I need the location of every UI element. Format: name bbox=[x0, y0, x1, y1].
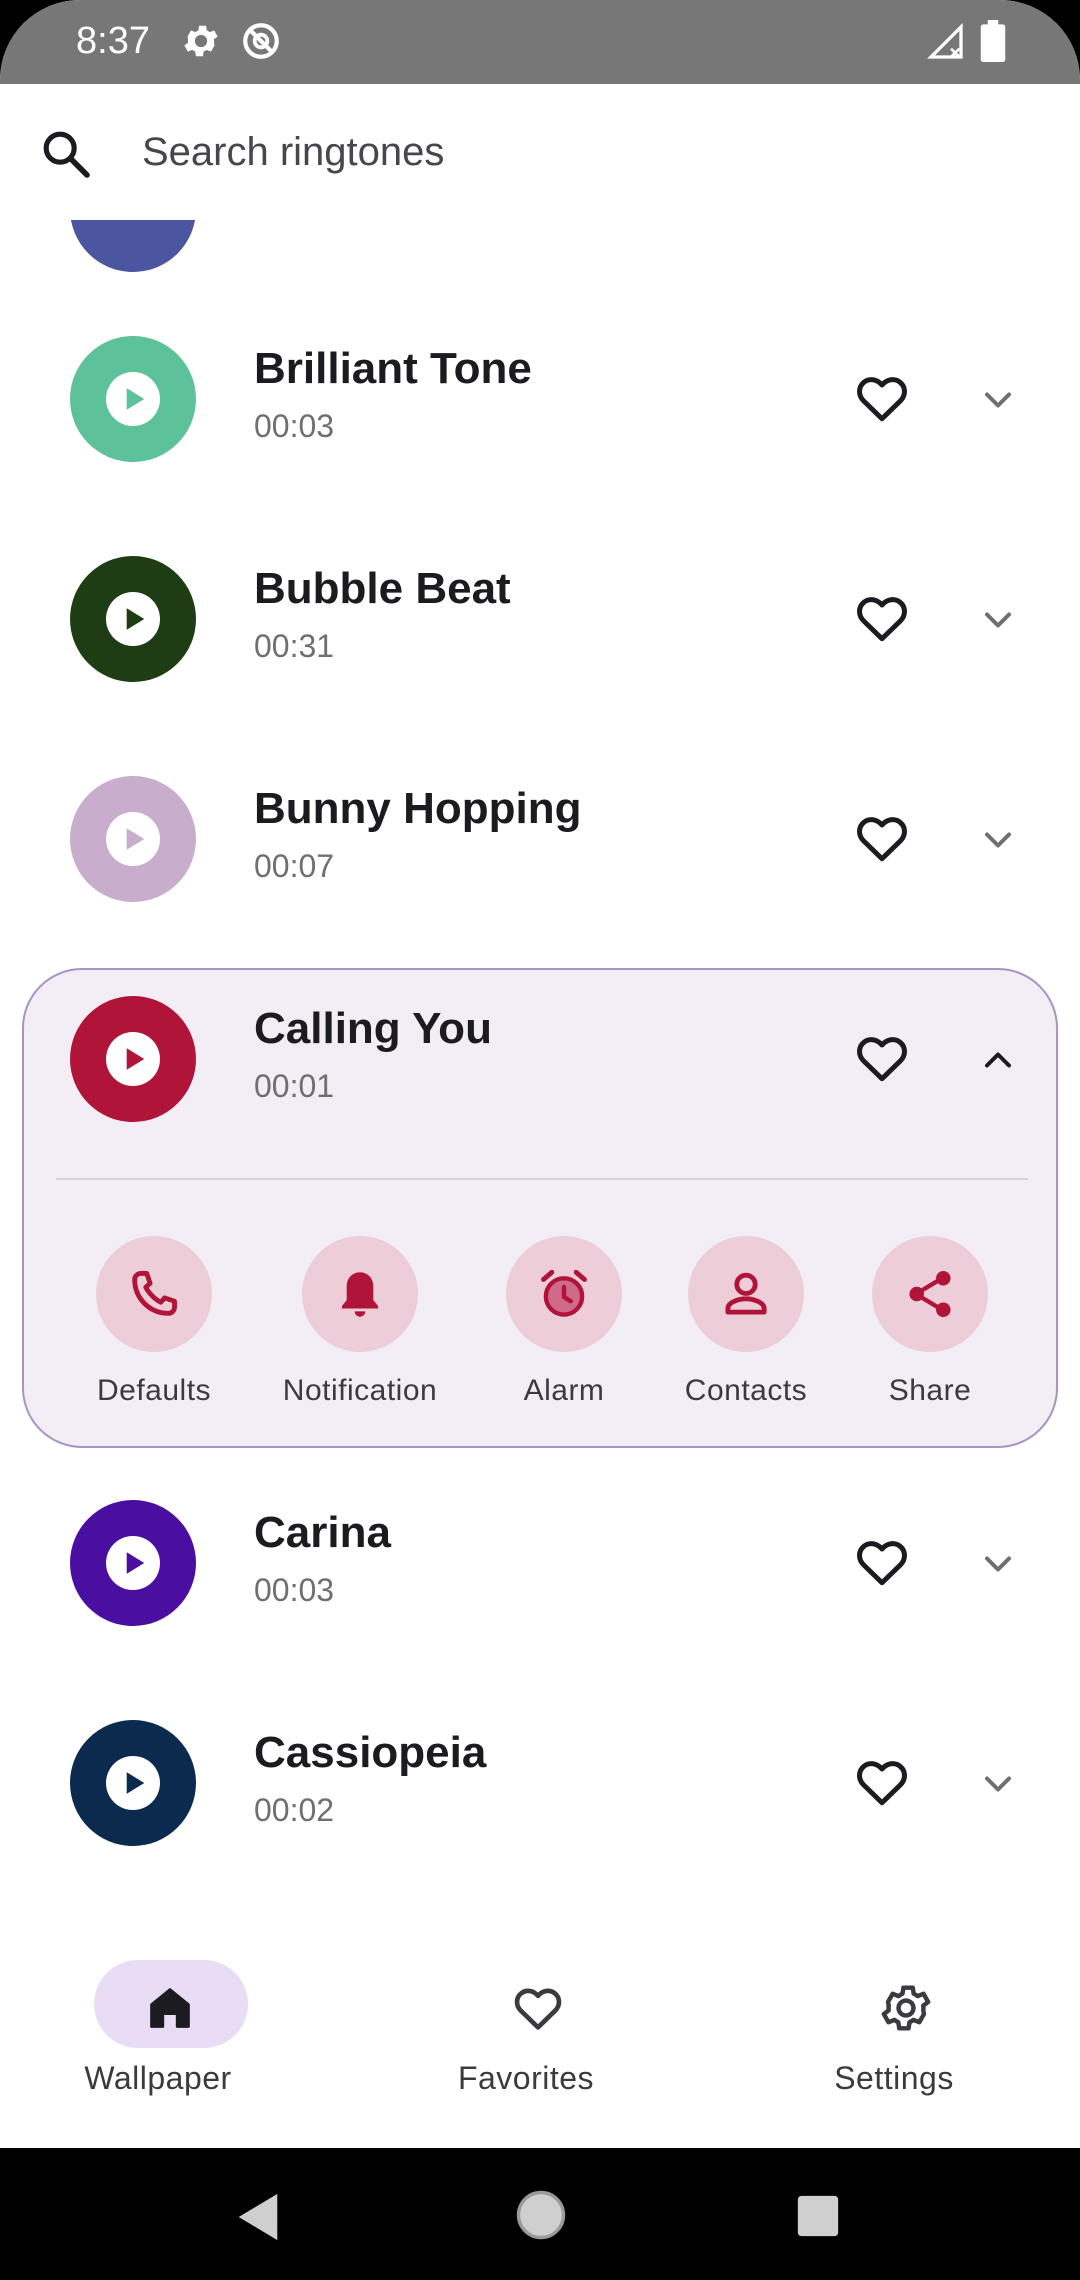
ringtone-row[interactable]: Carina 00:03 bbox=[0, 1500, 1080, 1702]
play-button-inner bbox=[106, 372, 160, 426]
action-share[interactable]: Share bbox=[840, 1236, 1020, 1416]
favorite-heart-icon[interactable] bbox=[850, 1752, 914, 1812]
chevron-down-icon[interactable] bbox=[976, 1542, 1020, 1586]
ringtone-duration: 00:01 bbox=[254, 1068, 335, 1104]
nav-item-favorites[interactable]: Favorites bbox=[376, 1960, 676, 2120]
favorite-heart-icon[interactable] bbox=[850, 588, 914, 648]
ringtone-duration: 00:31 bbox=[254, 628, 335, 664]
play-icon bbox=[126, 1552, 145, 1574]
person-icon bbox=[725, 1272, 767, 1315]
ringtone-title: Calling You bbox=[254, 1004, 492, 1053]
nav-label-favorites: Favorites bbox=[457, 2060, 595, 2096]
ringtone-row[interactable]: Bunny Hopping 00:07 bbox=[0, 776, 1080, 978]
ringtone-title: Cassiopeia bbox=[254, 1728, 487, 1777]
bottom-navigation: Wallpaper Favorites Settings bbox=[0, 1918, 1080, 2148]
play-button[interactable] bbox=[70, 1720, 196, 1846]
battery-icon bbox=[980, 20, 1006, 62]
ringtone-row[interactable]: Bubble Beat 00:31 bbox=[0, 556, 1080, 758]
chevron-up-icon[interactable] bbox=[976, 1038, 1020, 1082]
share-icon bbox=[909, 1271, 951, 1317]
ringtone-duration: 00:07 bbox=[254, 848, 335, 884]
recent-apps-icon[interactable] bbox=[796, 2194, 840, 2238]
action-share-circle[interactable] bbox=[872, 1236, 988, 1352]
action-alarm-circle[interactable] bbox=[506, 1236, 622, 1352]
status-time: 8:37 bbox=[76, 20, 150, 62]
play-icon bbox=[126, 1772, 145, 1794]
action-contacts-circle[interactable] bbox=[688, 1236, 804, 1352]
action-notification[interactable]: Notification bbox=[270, 1236, 450, 1416]
search-icon[interactable] bbox=[38, 126, 94, 182]
heart-outline-icon bbox=[514, 1988, 562, 2030]
ringtone-list[interactable]: Defaults Notification Alarm Contacts Sha… bbox=[0, 220, 1080, 1920]
status-blocked-icon bbox=[243, 23, 279, 59]
ringtone-row[interactable]: Brilliant Tone 00:03 bbox=[0, 336, 1080, 538]
play-button-inner bbox=[106, 812, 160, 866]
status-settings-icon bbox=[184, 25, 218, 57]
bell-icon bbox=[341, 1272, 379, 1317]
nav-item-wallpaper[interactable]: Wallpaper bbox=[8, 1960, 308, 2120]
back-icon[interactable] bbox=[234, 2190, 282, 2244]
play-icon bbox=[126, 388, 145, 410]
play-button[interactable] bbox=[70, 1500, 196, 1626]
chevron-down-icon[interactable] bbox=[976, 598, 1020, 642]
home-button-icon[interactable] bbox=[514, 2188, 568, 2242]
play-button-inner bbox=[106, 1536, 160, 1590]
chevron-down-icon[interactable] bbox=[976, 818, 1020, 862]
nav-label-wallpaper: Wallpaper bbox=[84, 2060, 232, 2096]
ringtone-row[interactable]: Cassiopeia 00:02 bbox=[0, 1720, 1080, 1920]
favorite-heart-icon[interactable] bbox=[850, 368, 914, 428]
action-share-label: Share bbox=[888, 1374, 972, 1407]
play-button[interactable] bbox=[70, 336, 196, 462]
action-defaults-label: Defaults bbox=[96, 1374, 212, 1407]
ringtone-title: Brilliant Tone bbox=[254, 344, 532, 393]
action-defaults-circle[interactable] bbox=[96, 1236, 212, 1352]
play-button-inner bbox=[106, 592, 160, 646]
ringtone-duration: 00:03 bbox=[254, 1572, 335, 1608]
play-button[interactable] bbox=[70, 776, 196, 902]
action-notification-circle[interactable] bbox=[302, 1236, 418, 1352]
search-bar bbox=[0, 84, 1080, 220]
action-defaults[interactable]: Defaults bbox=[64, 1236, 244, 1416]
play-button-inner bbox=[106, 1032, 160, 1086]
ringtone-title: Bunny Hopping bbox=[254, 784, 582, 833]
action-contacts[interactable]: Contacts bbox=[656, 1236, 836, 1416]
favorite-heart-icon[interactable] bbox=[850, 1532, 914, 1592]
play-button[interactable] bbox=[70, 556, 196, 682]
signal-icon bbox=[926, 22, 963, 59]
nav-item-settings[interactable]: Settings bbox=[744, 1960, 1044, 2120]
ringtone-title: Bubble Beat bbox=[254, 564, 511, 613]
peek-item-circle bbox=[70, 220, 196, 272]
status-bar: 8:37 bbox=[0, 0, 1080, 84]
chevron-down-icon[interactable] bbox=[976, 378, 1020, 422]
gear-icon bbox=[881, 1985, 931, 2031]
alarm-clock-icon bbox=[541, 1269, 587, 1317]
favorite-heart-icon[interactable] bbox=[850, 1028, 914, 1088]
favorite-heart-icon[interactable] bbox=[850, 808, 914, 868]
search-input[interactable] bbox=[142, 120, 1002, 184]
chevron-down-icon[interactable] bbox=[976, 1762, 1020, 1806]
play-icon bbox=[126, 608, 145, 630]
nav-label-settings: Settings bbox=[834, 2060, 954, 2096]
play-icon bbox=[126, 1048, 145, 1070]
ringtone-duration: 00:02 bbox=[254, 1792, 335, 1828]
play-icon bbox=[126, 828, 145, 850]
app-screen: 8:37 Search ringtones Defaults Notificat… bbox=[0, 0, 1080, 2280]
system-navigation-bar bbox=[0, 2148, 1080, 2280]
home-icon bbox=[150, 1988, 190, 2028]
play-button[interactable] bbox=[70, 996, 196, 1122]
ringtone-row[interactable]: Calling You 00:01 bbox=[0, 996, 1080, 1198]
ringtone-title: Carina bbox=[254, 1508, 391, 1557]
play-button-inner bbox=[106, 1756, 160, 1810]
ringtone-duration: 00:03 bbox=[254, 408, 335, 444]
phone-icon bbox=[132, 1271, 177, 1316]
